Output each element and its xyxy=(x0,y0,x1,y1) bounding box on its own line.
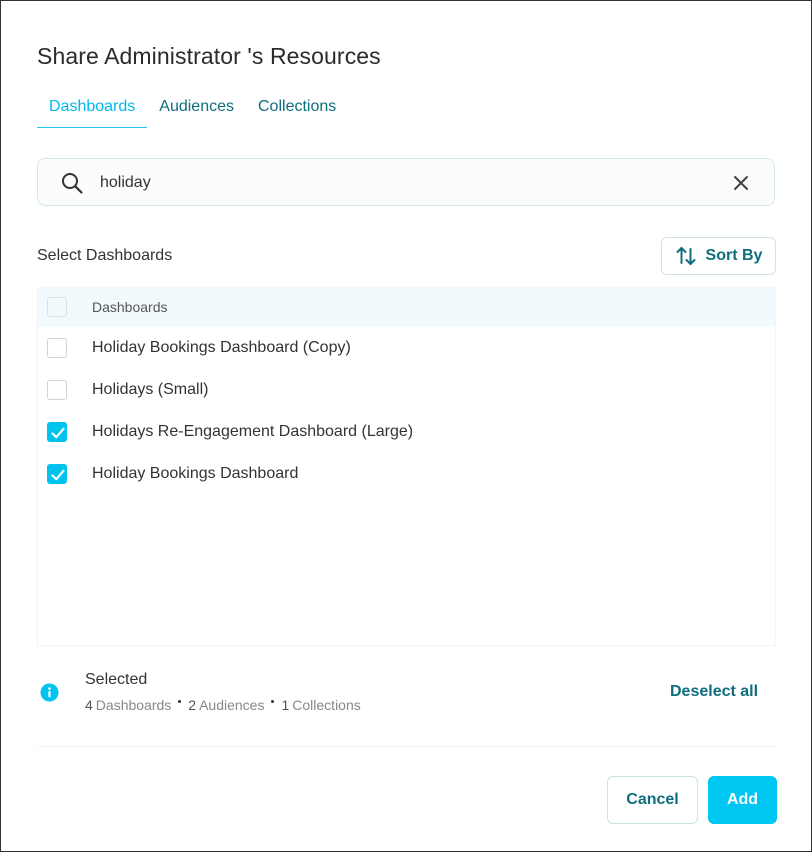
checkmark-icon xyxy=(51,469,65,481)
list-item[interactable]: Holidays (Small) xyxy=(38,369,775,411)
footer-divider xyxy=(37,746,776,747)
cancel-button[interactable]: Cancel xyxy=(607,776,698,824)
item-label: Holiday Bookings Dashboard xyxy=(92,465,299,482)
separator-dot xyxy=(271,699,275,703)
item-label: Holiday Bookings Dashboard (Copy) xyxy=(92,339,351,356)
tab-dashboards[interactable]: Dashboards xyxy=(37,93,148,128)
list-header: Dashboards xyxy=(38,287,775,327)
separator-dot xyxy=(178,699,182,703)
collections-count-label: Collections xyxy=(292,697,361,713)
search-box xyxy=(37,158,775,206)
share-resources-dialog: Share Administrator 's Resources Dashboa… xyxy=(0,0,812,852)
dashboards-count-label: Dashboards xyxy=(95,697,172,713)
dialog-title: Share Administrator 's Resources xyxy=(37,43,381,69)
add-button[interactable]: Add xyxy=(708,776,777,824)
info-icon xyxy=(40,683,59,702)
collections-count: 1 xyxy=(281,697,290,713)
close-icon[interactable] xyxy=(730,172,752,194)
search-icon xyxy=(61,172,83,194)
select-dashboards-label: Select Dashboards xyxy=(37,247,173,264)
item-label: Holidays Re-Engagement Dashboard (Large) xyxy=(92,423,414,440)
search-input[interactable] xyxy=(98,168,702,198)
audiences-count-label: Audiences xyxy=(199,697,265,713)
tab-audiences[interactable]: Audiences xyxy=(147,93,246,128)
item-label: Holidays (Small) xyxy=(92,381,209,398)
item-checkbox[interactable] xyxy=(47,338,67,358)
item-checkbox[interactable] xyxy=(47,380,67,400)
list-item[interactable]: Holiday Bookings Dashboard (Copy) xyxy=(38,327,775,369)
item-checkbox-checked[interactable] xyxy=(47,464,67,484)
list-header-label: Dashboards xyxy=(92,299,168,315)
resource-tabs: Dashboards Audiences Collections xyxy=(37,93,348,129)
list-item[interactable]: Holidays Re-Engagement Dashboard (Large) xyxy=(38,411,775,453)
tab-collections[interactable]: Collections xyxy=(246,93,348,128)
deselect-all-button[interactable]: Deselect all xyxy=(670,683,758,701)
selection-summary: 4 Dashboards 2 Audiences 1 Collections xyxy=(85,697,361,713)
checkmark-icon xyxy=(51,427,65,439)
dashboard-list: Dashboards Holiday Bookings Dashboard (C… xyxy=(37,287,776,646)
select-all-checkbox[interactable] xyxy=(47,297,67,317)
audiences-count: 2 xyxy=(188,697,197,713)
selected-title: Selected xyxy=(85,671,148,688)
dashboards-count: 4 xyxy=(85,697,93,713)
sort-by-label: Sort By xyxy=(705,247,763,264)
sort-by-button[interactable]: Sort By xyxy=(661,237,776,275)
sort-arrows-icon xyxy=(675,245,697,267)
list-item[interactable]: Holiday Bookings Dashboard xyxy=(38,453,775,495)
item-checkbox-checked[interactable] xyxy=(47,422,67,442)
